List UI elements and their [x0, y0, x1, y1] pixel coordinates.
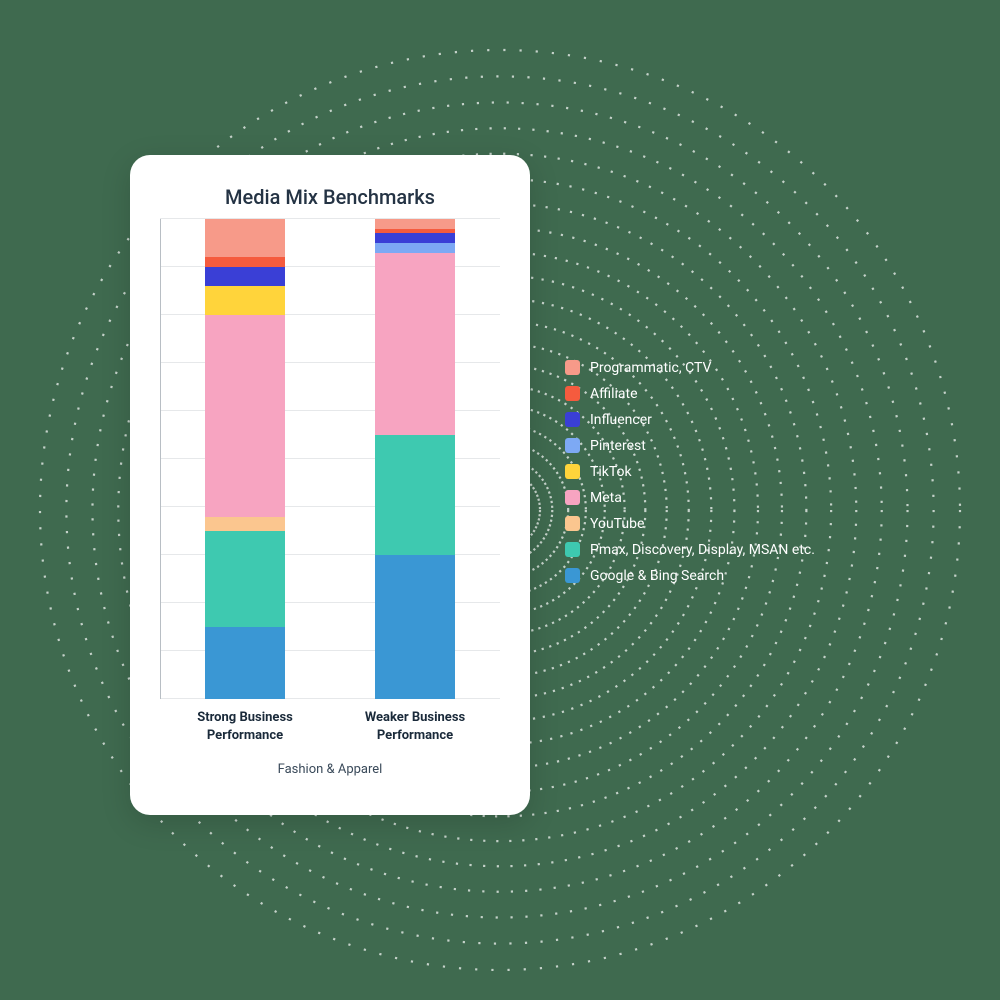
legend-swatch — [565, 464, 580, 479]
stacked-bar — [375, 219, 455, 699]
legend-item: Meta — [565, 490, 815, 505]
bar-category-labels: Strong Business Performance Weaker Busine… — [130, 699, 530, 744]
chart-subtitle: Fashion & Apparel — [130, 762, 530, 777]
legend-swatch — [565, 386, 580, 401]
legend-swatch — [565, 568, 580, 583]
legend-item: Influencer — [565, 412, 815, 427]
bar-segment — [205, 315, 285, 517]
chart-card: Media Mix Benchmarks Strong Business Per… — [130, 155, 530, 815]
legend-label: TikTok — [590, 465, 632, 479]
bar-segment — [205, 627, 285, 699]
bar-segment — [375, 243, 455, 253]
legend-swatch — [565, 412, 580, 427]
legend-item: Pinterest — [565, 438, 815, 453]
legend-item: YouTube — [565, 516, 815, 531]
bar-segment — [375, 555, 455, 699]
legend-swatch — [565, 360, 580, 375]
bar-segment — [205, 267, 285, 286]
legend-swatch — [565, 438, 580, 453]
bar-segment — [205, 219, 285, 257]
legend-label: YouTube — [590, 517, 644, 531]
legend: Programmatic, CTV Affiliate Influencer Pint… — [565, 360, 815, 594]
legend-label: Pmax, Discovery, Display, MSAN etc. — [590, 543, 815, 557]
legend-item: TikTok — [565, 464, 815, 479]
legend-item: Pmax, Discovery, Display, MSAN etc. — [565, 542, 815, 557]
bar-segment — [205, 257, 285, 267]
bar-segment — [205, 517, 285, 531]
legend-item: Google & Bing Search — [565, 568, 815, 583]
legend-swatch — [565, 490, 580, 505]
chart-title: Media Mix Benchmarks — [130, 185, 530, 209]
bar-segment — [375, 435, 455, 555]
legend-label: Affiliate — [590, 387, 638, 401]
legend-swatch — [565, 516, 580, 531]
legend-label: Programmatic, CTV — [590, 361, 711, 375]
bar-segment — [205, 531, 285, 627]
stacked-bar — [205, 219, 285, 699]
legend-swatch — [565, 542, 580, 557]
bar-category-label: Strong Business Performance — [175, 709, 315, 744]
plot-area — [160, 219, 500, 699]
bar-segment — [375, 253, 455, 435]
legend-label: Google & Bing Search — [590, 569, 724, 583]
bar-segment — [375, 219, 455, 229]
legend-item: Programmatic, CTV — [565, 360, 815, 375]
bar-segment — [205, 286, 285, 315]
legend-label: Pinterest — [590, 439, 646, 453]
legend-item: Affiliate — [565, 386, 815, 401]
legend-label: Influencer — [590, 413, 652, 427]
legend-label: Meta — [590, 491, 622, 505]
bar-category-label: Weaker Business Performance — [345, 709, 485, 744]
stacked-bars — [160, 219, 500, 699]
bar-segment — [375, 233, 455, 243]
